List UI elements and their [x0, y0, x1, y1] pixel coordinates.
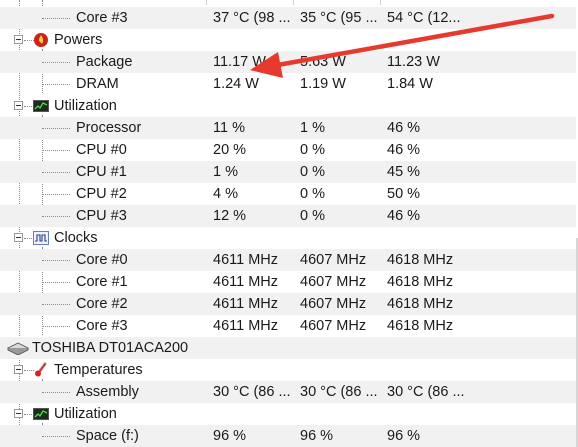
sensor-name: Core #1 — [76, 274, 128, 290]
utilization-chart-icon — [33, 100, 49, 112]
table-row[interactable]: Core #2 4611 MHz 4607 MHz 4618 MHz — [0, 293, 576, 315]
drive-label: TOSHIBA DT01ACA200 — [32, 340, 189, 356]
table-row[interactable]: CPU #0 20 % 0 % 46 % — [0, 139, 576, 161]
table-row[interactable]: Assembly 30 °C (86 ... 30 °C (86 ... 30 … — [0, 381, 576, 403]
sensor-min: 1 % — [300, 120, 325, 136]
sensor-min: 4607 MHz — [300, 296, 367, 312]
sensor-name: CPU #3 — [76, 208, 127, 224]
clock-wave-icon — [33, 231, 49, 245]
sensor-name: Assembly — [76, 384, 139, 400]
sensor-max: 54 °C (12... — [387, 10, 461, 26]
table-row[interactable]: Processor 11 % 1 % 46 % — [0, 117, 576, 139]
sensor-name: Space (f:) — [76, 428, 139, 444]
sensor-name: CPU #2 — [76, 186, 127, 202]
power-flame-icon — [34, 33, 48, 47]
sensor-value: 4611 MHz — [213, 318, 279, 334]
sensor-min: 35 °C (95 ... — [300, 10, 378, 26]
sensor-value: 11 % — [213, 120, 245, 136]
sensor-max: 46 % — [387, 120, 421, 136]
sensor-max: 4618 MHz — [387, 296, 454, 312]
table-row[interactable]: Core #1 4611 MHz 4607 MHz 4618 MHz — [0, 271, 576, 293]
group-label: Utilization — [54, 406, 117, 422]
sensor-value: 37 °C (98 ... — [213, 10, 291, 26]
collapse-toggle[interactable] — [14, 233, 23, 242]
tree-group-utilization-drive[interactable]: Utilization — [0, 403, 576, 425]
sensor-value: 30 °C (86 ... — [213, 384, 291, 400]
hard-disk-icon — [6, 342, 30, 355]
group-label: Powers — [54, 32, 103, 48]
sensor-value: 12 % — [213, 208, 247, 224]
sensor-name: Package — [76, 54, 133, 70]
utilization-chart-icon — [33, 408, 49, 420]
sensor-min: 30 °C (86 ... — [300, 384, 378, 400]
sensor-min: 4607 MHz — [300, 274, 367, 290]
table-row[interactable]: Core #3 37 °C (98 ... 35 °C (95 ... 54 °… — [0, 7, 576, 29]
sensor-max: 4618 MHz — [387, 318, 454, 334]
tree-group-powers[interactable]: Powers — [0, 29, 576, 51]
sensor-min: 1.19 W — [300, 76, 346, 92]
table-row[interactable]: CPU #1 1 % 0 % 45 % — [0, 161, 576, 183]
sensor-min: 0 % — [300, 164, 325, 180]
sensor-name: CPU #1 — [76, 164, 127, 180]
sensor-max: 46 % — [387, 142, 421, 158]
sensor-min: 0 % — [300, 142, 325, 158]
table-row[interactable]: CPU #2 4 % 0 % 50 % — [0, 183, 576, 205]
table-row[interactable]: Core #3 4611 MHz 4607 MHz 4618 MHz — [0, 315, 576, 337]
column-header-edge — [0, 0, 578, 5]
sensor-value: 4 % — [213, 186, 238, 202]
sensor-min: 0 % — [300, 186, 325, 202]
tree-node-drive[interactable]: TOSHIBA DT01ACA200 — [0, 337, 576, 359]
sensor-value: 96 % — [213, 428, 247, 444]
thermometer-icon — [35, 362, 47, 377]
table-row[interactable]: Space (f:) 96 % 96 % 96 % — [0, 425, 576, 447]
sensor-max: 11.23 W — [387, 54, 440, 70]
collapse-toggle[interactable] — [14, 365, 23, 374]
table-row[interactable]: CPU #3 12 % 0 % 46 % — [0, 205, 576, 227]
group-label: Temperatures — [54, 362, 143, 378]
sensor-min: 4607 MHz — [300, 252, 367, 268]
sensor-value: 1 % — [213, 164, 238, 180]
tree-group-temperatures[interactable]: Temperatures — [0, 359, 576, 381]
collapse-toggle[interactable] — [14, 35, 23, 44]
sensor-max: 46 % — [387, 208, 421, 224]
sensor-name: Core #0 — [76, 252, 128, 268]
sensor-value: 4611 MHz — [213, 252, 279, 268]
sensor-name: Core #3 — [76, 318, 128, 334]
table-row[interactable]: Core #0 4611 MHz 4607 MHz 4618 MHz — [0, 249, 576, 271]
sensor-max: 96 % — [387, 428, 421, 444]
sensor-max: 4618 MHz — [387, 274, 454, 290]
sensor-value: 4611 MHz — [213, 274, 279, 290]
group-label: Utilization — [54, 98, 117, 114]
sensor-max: 45 % — [387, 164, 421, 180]
sensor-name: Core #3 — [76, 10, 128, 26]
collapse-toggle[interactable] — [14, 101, 23, 110]
collapse-toggle[interactable] — [14, 409, 23, 418]
sensor-max: 4618 MHz — [387, 252, 454, 268]
sensor-name: DRAM — [76, 76, 119, 92]
sensor-name: Processor — [76, 120, 142, 136]
sensor-name: CPU #0 — [76, 142, 127, 158]
table-row[interactable]: DRAM 1.24 W 1.19 W 1.84 W — [0, 73, 576, 95]
sensor-min: 0 % — [300, 208, 325, 224]
table-row[interactable]: Package 11.17 W 5.63 W 11.23 W — [0, 51, 576, 73]
sensor-value: 4611 MHz — [213, 296, 279, 312]
sensor-min: 4607 MHz — [300, 318, 367, 334]
sensor-tree: Core #3 37 °C (98 ... 35 °C (95 ... 54 °… — [0, 0, 578, 447]
sensor-max: 30 °C (86 ... — [387, 384, 465, 400]
sensor-value: 11.17 W — [213, 54, 266, 70]
tree-group-clocks[interactable]: Clocks — [0, 227, 576, 249]
sensor-value: 1.24 W — [213, 76, 259, 92]
group-label: Clocks — [54, 230, 98, 246]
sensor-max: 1.84 W — [387, 76, 433, 92]
sensor-max: 50 % — [387, 186, 421, 202]
tree-group-utilization[interactable]: Utilization — [0, 95, 576, 117]
sensor-min: 96 % — [300, 428, 334, 444]
sensor-min: 5.63 W — [300, 54, 346, 70]
sensor-name: Core #2 — [76, 296, 128, 312]
sensor-value: 20 % — [213, 142, 247, 158]
